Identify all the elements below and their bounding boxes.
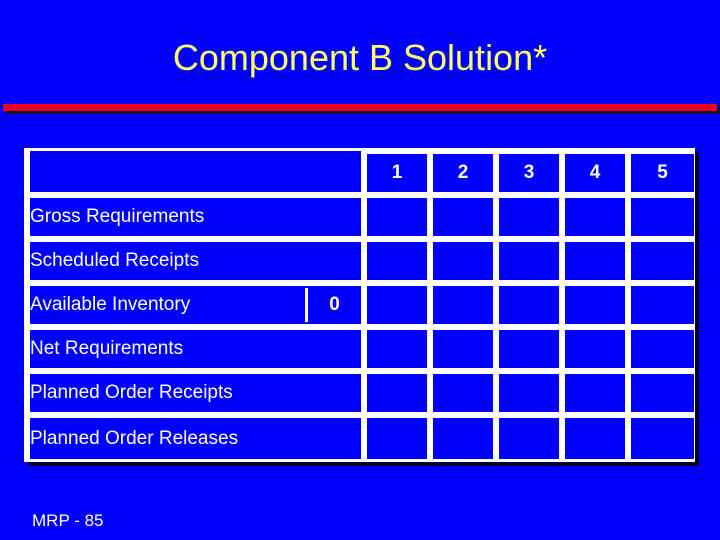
- cell-scheduled-receipts-4[interactable]: [562, 239, 628, 283]
- table-row: Net Requirements: [27, 327, 694, 371]
- table-row: Scheduled Receipts: [27, 239, 694, 283]
- cell-planned-order-releases-2[interactable]: [430, 415, 496, 459]
- cell-net-requirements-3[interactable]: [496, 327, 562, 371]
- cell-planned-order-releases-5[interactable]: [628, 415, 694, 459]
- row-label-planned-order-releases: Planned Order Releases: [27, 415, 364, 459]
- cell-planned-order-receipts-4[interactable]: [562, 371, 628, 415]
- cell-available-inventory-2[interactable]: [430, 283, 496, 327]
- period-header-3: 3: [496, 151, 562, 195]
- cell-net-requirements-5[interactable]: [628, 327, 694, 371]
- row-label-net-requirements: Net Requirements: [27, 327, 364, 371]
- row-label-available-inventory-cell: Available Inventory 0: [27, 283, 364, 327]
- cell-net-requirements-1[interactable]: [364, 327, 430, 371]
- cell-available-inventory-5[interactable]: [628, 283, 694, 327]
- cell-gross-requirements-3[interactable]: [496, 195, 562, 239]
- row-label-planned-order-receipts: Planned Order Receipts: [27, 371, 364, 415]
- cell-planned-order-releases-1[interactable]: [364, 415, 430, 459]
- available-inventory-wrapper: Available Inventory 0: [30, 286, 361, 324]
- on-hand-inventory-value[interactable]: 0: [308, 294, 361, 316]
- cell-scheduled-receipts-1[interactable]: [364, 239, 430, 283]
- cell-planned-order-releases-3[interactable]: [496, 415, 562, 459]
- cell-planned-order-receipts-1[interactable]: [364, 371, 430, 415]
- cell-net-requirements-2[interactable]: [430, 327, 496, 371]
- row-label-gross-requirements: Gross Requirements: [27, 195, 364, 239]
- cell-scheduled-receipts-3[interactable]: [496, 239, 562, 283]
- slide-footer-note: MRP - 85: [32, 511, 104, 530]
- cell-planned-order-releases-4[interactable]: [562, 415, 628, 459]
- table-row: Planned Order Releases: [27, 415, 694, 459]
- period-header-4: 4: [562, 151, 628, 195]
- cell-planned-order-receipts-3[interactable]: [496, 371, 562, 415]
- cell-gross-requirements-5[interactable]: [628, 195, 694, 239]
- title-divider-rule: [3, 104, 717, 111]
- row-label-available-inventory: Available Inventory: [30, 294, 191, 315]
- page-title: Component B Solution*: [172, 37, 548, 78]
- cell-scheduled-receipts-2[interactable]: [430, 239, 496, 283]
- table-header-row: 1 2 3 4 5: [27, 151, 694, 195]
- cell-gross-requirements-2[interactable]: [430, 195, 496, 239]
- cell-available-inventory-4[interactable]: [562, 283, 628, 327]
- cell-net-requirements-4[interactable]: [562, 327, 628, 371]
- mrp-grid: 1 2 3 4 5 Gross Requirements Scheduled R…: [27, 151, 694, 459]
- period-header-5: 5: [628, 151, 694, 195]
- period-header-1: 1: [364, 151, 430, 195]
- cell-gross-requirements-4[interactable]: [562, 195, 628, 239]
- corner-header-cell: [27, 151, 364, 195]
- cell-gross-requirements-1[interactable]: [364, 195, 430, 239]
- period-header-2: 2: [430, 151, 496, 195]
- cell-scheduled-receipts-5[interactable]: [628, 239, 694, 283]
- row-label-scheduled-receipts: Scheduled Receipts: [27, 239, 364, 283]
- cell-available-inventory-1[interactable]: [364, 283, 430, 327]
- table-row: Gross Requirements: [27, 195, 694, 239]
- cell-planned-order-receipts-2[interactable]: [430, 371, 496, 415]
- mrp-table: 1 2 3 4 5 Gross Requirements Scheduled R…: [24, 148, 695, 462]
- table-row: Available Inventory 0: [27, 283, 694, 327]
- table-row: Planned Order Receipts: [27, 371, 694, 415]
- cell-available-inventory-3[interactable]: [496, 283, 562, 327]
- cell-planned-order-receipts-5[interactable]: [628, 371, 694, 415]
